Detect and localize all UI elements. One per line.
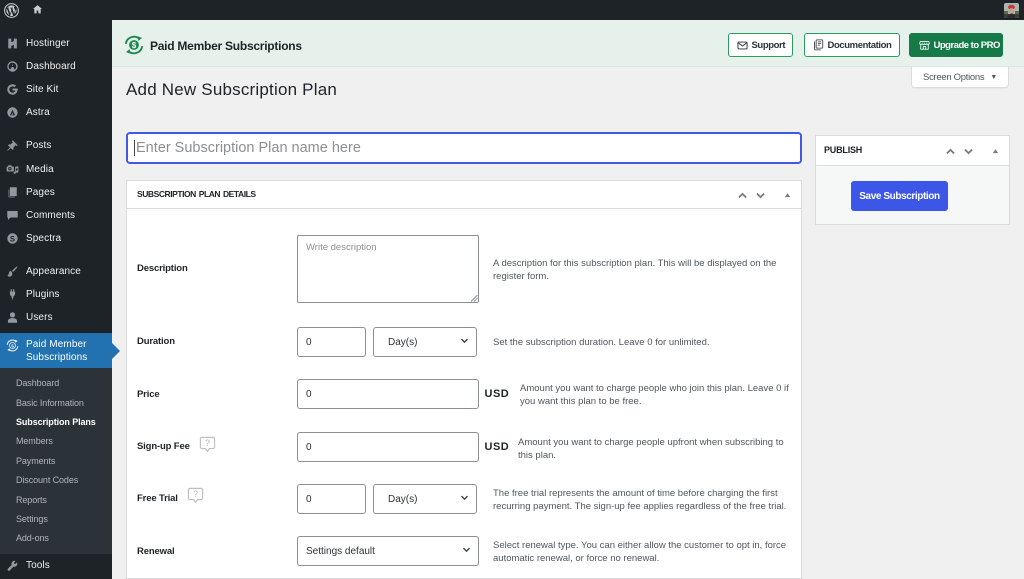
svg-text:$: $ <box>132 41 137 50</box>
svg-text:$: $ <box>11 343 14 349</box>
svg-text:?: ? <box>205 438 210 448</box>
svg-text:?: ? <box>193 489 198 499</box>
